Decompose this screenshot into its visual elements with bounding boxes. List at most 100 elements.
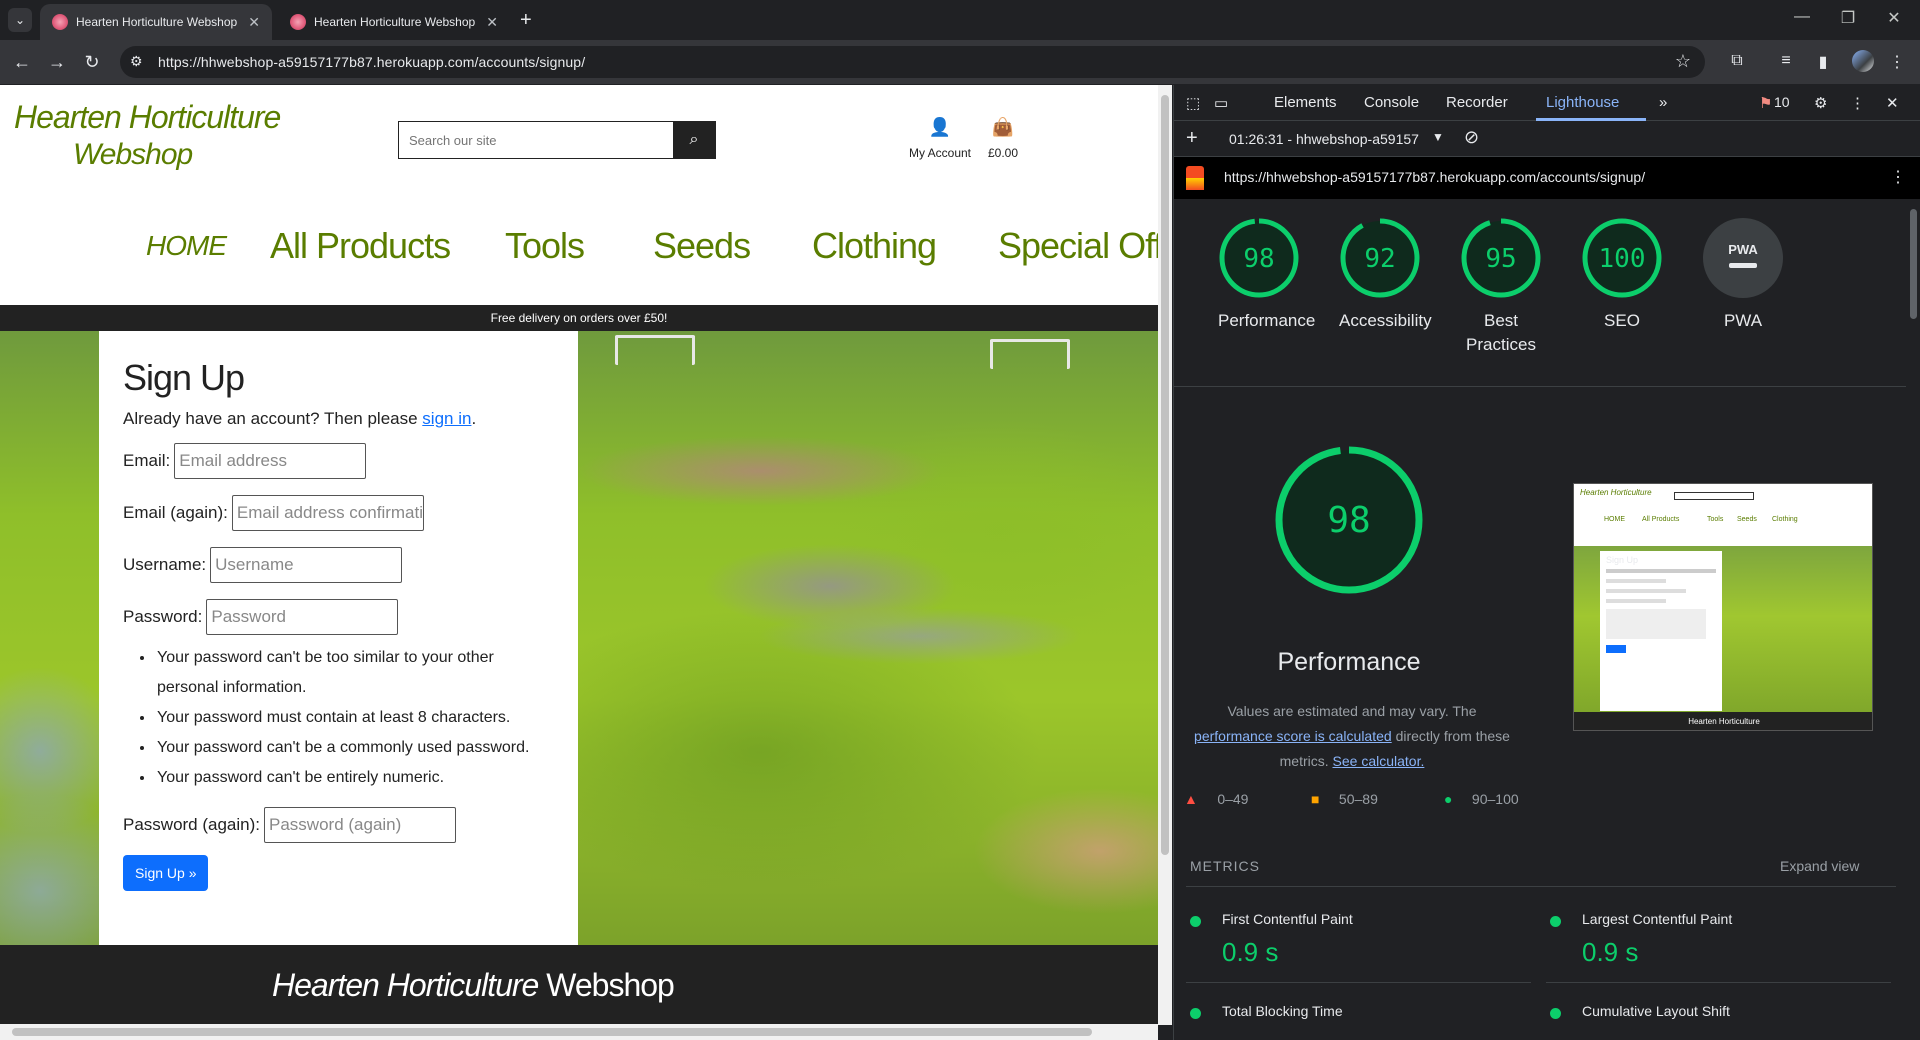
nav-clothing[interactable]: Clothing xyxy=(812,225,937,267)
search-icon: ⌕ xyxy=(689,131,699,148)
media-controls-icon[interactable]: ≡ xyxy=(1775,52,1797,70)
tab-search-dropdown-icon[interactable]: ⌄ xyxy=(8,8,32,32)
site-search-input[interactable] xyxy=(399,122,673,158)
performance-description: Values are estimated and may vary. The p… xyxy=(1182,699,1522,774)
close-tab-icon[interactable]: ✕ xyxy=(248,14,260,31)
performance-title: Performance xyxy=(1277,648,1421,676)
score-ring: 100 xyxy=(1582,218,1662,298)
url-text[interactable]: https://hhwebshop-a59157177b87.herokuapp… xyxy=(158,54,585,70)
triangle-icon: ▲ xyxy=(1184,791,1198,807)
metric-name: Largest Contentful Paint xyxy=(1582,911,1733,927)
score-gauge-performance[interactable]: 98 Performance xyxy=(1218,217,1315,333)
pass-circle-icon xyxy=(1190,916,1201,927)
site-info-icon[interactable]: ⚙ xyxy=(130,53,143,70)
site-search-form: ⌕ xyxy=(398,121,716,159)
clear-reports-icon[interactable]: ⊘ xyxy=(1464,127,1479,148)
devtools-menu-icon[interactable]: ⋮ xyxy=(1850,94,1865,112)
tab-title: Hearten Horticulture Webshop xyxy=(314,15,476,29)
basket-link[interactable]: 👜 £0.00 xyxy=(980,117,1026,160)
report-menu-icon[interactable]: ⋮ xyxy=(1890,167,1906,187)
legend-pass-label: 90–100 xyxy=(1471,791,1519,807)
score-ring: 98 xyxy=(1219,218,1299,298)
score-value: 95 xyxy=(1485,244,1516,274)
extensions-icon[interactable]: ⧉ xyxy=(1726,52,1748,70)
nav-seeds[interactable]: Seeds xyxy=(653,225,751,267)
email-again-field[interactable]: Email address confirmation xyxy=(231,495,424,531)
inspect-element-icon[interactable]: ⬚ xyxy=(1186,94,1200,112)
new-report-icon[interactable]: + xyxy=(1186,127,1198,150)
score-gauge-best-practices[interactable]: 95 Best Practices xyxy=(1460,217,1542,357)
bench-shape xyxy=(990,339,1070,369)
password-field[interactable]: Password xyxy=(206,599,399,635)
sign-up-button[interactable]: Sign Up » xyxy=(123,855,209,891)
settings-gear-icon[interactable]: ⚙ xyxy=(1814,94,1827,112)
password-row: Password: Password xyxy=(123,599,554,635)
site-logo-line2[interactable]: Webshop xyxy=(73,138,193,172)
expand-view-toggle[interactable]: Expand view xyxy=(1780,858,1859,874)
address-bar[interactable]: ⚙ https://hhwebshop-a59157177b87.herokua… xyxy=(120,46,1705,78)
chrome-menu-icon[interactable]: ⋮ xyxy=(1886,52,1908,72)
profile-avatar[interactable] xyxy=(1852,50,1874,72)
site-logo-line1[interactable]: Hearten Horticulture xyxy=(14,99,281,136)
metric-name: First Contentful Paint xyxy=(1222,911,1353,927)
close-tab-icon[interactable]: ✕ xyxy=(486,14,498,31)
thumb-logo: Hearten Horticulture xyxy=(1580,488,1652,497)
thumb-nav-products: All Products xyxy=(1642,516,1680,523)
page-vertical-scrollbar[interactable] xyxy=(1158,85,1172,1025)
bookmark-star-icon[interactable]: ☆ xyxy=(1675,51,1691,72)
page-horizontal-scrollbar[interactable] xyxy=(0,1024,1158,1040)
scrollbar-thumb[interactable] xyxy=(1161,95,1169,855)
see-calculator-link[interactable]: See calculator. xyxy=(1333,753,1425,769)
device-toolbar-icon[interactable]: ▭ xyxy=(1214,94,1228,112)
restore-icon[interactable]: ❐ xyxy=(1825,8,1871,28)
signin-prompt-text: Already have an account? Then please xyxy=(123,409,423,428)
metric-value: 0.9 s xyxy=(1222,937,1279,967)
more-tabs-icon[interactable]: » xyxy=(1659,94,1667,111)
side-panel-icon[interactable]: ▮ xyxy=(1812,52,1834,72)
scrollbar-thumb[interactable] xyxy=(1910,209,1917,319)
thumb-rules xyxy=(1606,609,1706,639)
issues-flag-icon[interactable]: ⚑ xyxy=(1759,94,1772,112)
score-gauge-seo[interactable]: 100 SEO xyxy=(1581,217,1663,333)
browser-tab-active[interactable]: Hearten Horticulture Webshop ✕ xyxy=(40,4,272,40)
close-window-icon[interactable]: ✕ xyxy=(1871,8,1917,28)
close-devtools-icon[interactable]: ✕ xyxy=(1886,94,1899,112)
nav-all-products[interactable]: All Products xyxy=(270,225,451,267)
username-field[interactable]: Username xyxy=(210,547,403,583)
score-calculated-link[interactable]: performance score is calculated xyxy=(1194,728,1392,744)
issues-count[interactable]: 10 xyxy=(1774,94,1790,110)
score-gauge-accessibility[interactable]: 92 Accessibility xyxy=(1339,217,1432,333)
my-account-link[interactable]: 👤 My Account xyxy=(905,117,975,160)
reload-icon[interactable]: ↻ xyxy=(80,50,104,74)
thumb-line xyxy=(1606,599,1666,603)
tab-recorder[interactable]: Recorder xyxy=(1446,94,1508,111)
thumb-signup-title: Sign Up xyxy=(1606,555,1639,565)
devtools-scrollbar[interactable] xyxy=(1906,199,1920,1040)
thumb-nav-seeds: Seeds xyxy=(1737,516,1757,523)
scrollbar-thumb[interactable] xyxy=(12,1028,1092,1036)
new-tab-icon[interactable]: + xyxy=(520,8,532,32)
final-screenshot-thumbnail[interactable]: Hearten Horticulture HOME All Products T… xyxy=(1573,483,1873,731)
site-favicon-icon xyxy=(52,14,68,30)
email-field[interactable]: Email address xyxy=(174,443,367,479)
nav-special-offers[interactable]: Special Offe xyxy=(998,225,1158,267)
report-selector[interactable]: 01:26:31 - hhwebshop-a59157 xyxy=(1229,131,1419,147)
tab-lighthouse[interactable]: Lighthouse xyxy=(1546,94,1619,111)
score-label: PWA xyxy=(1723,311,1763,330)
nav-tools[interactable]: Tools xyxy=(505,225,585,267)
back-icon[interactable]: ← xyxy=(10,50,34,74)
score-gauge-pwa[interactable]: PWA PWA xyxy=(1702,217,1784,333)
tab-elements[interactable]: Elements xyxy=(1274,94,1337,111)
nav-home[interactable]: HOME xyxy=(146,230,227,262)
desc-text-1: Values are estimated and may vary. The xyxy=(1227,703,1477,719)
browser-toolbar: ← → ↻ ⚙ https://hhwebshop-a59157177b87.h… xyxy=(0,40,1920,84)
sign-in-link[interactable]: sign in xyxy=(422,409,471,428)
browser-tab[interactable]: Hearten Horticulture Webshop ✕ xyxy=(278,4,510,40)
minimize-icon[interactable]: — xyxy=(1779,8,1825,26)
password-again-field[interactable]: Password (again) xyxy=(264,807,457,843)
forward-icon[interactable]: → xyxy=(45,50,69,74)
shopping-bag-icon: 👜 xyxy=(991,117,1015,137)
search-submit-button[interactable]: ⌕ xyxy=(673,122,715,158)
tab-console[interactable]: Console xyxy=(1364,94,1419,111)
report-dropdown-icon[interactable]: ▼ xyxy=(1432,130,1444,144)
